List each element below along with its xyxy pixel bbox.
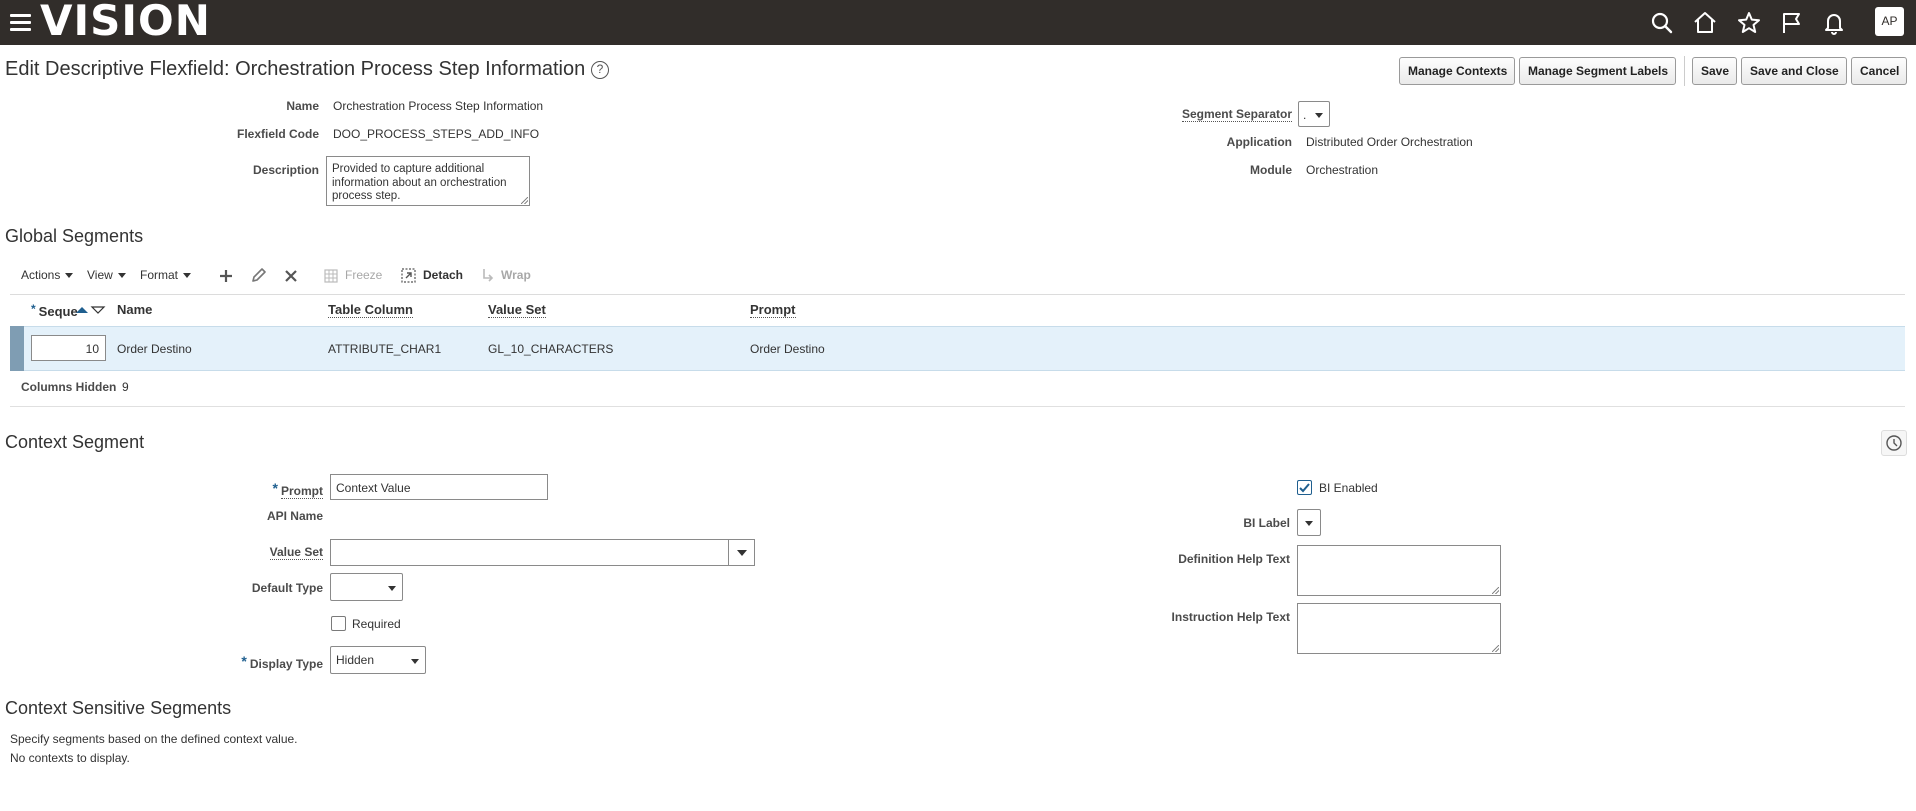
cancel-button[interactable]: Cancel bbox=[1851, 57, 1907, 85]
column-header-value-set[interactable]: Value Set bbox=[488, 302, 546, 318]
manage-segment-labels-button[interactable]: Manage Segment Labels bbox=[1519, 57, 1676, 85]
freeze-button[interactable]: Freeze bbox=[345, 268, 382, 282]
toolbar-divider bbox=[1684, 56, 1685, 86]
segment-separator-label: Segment Separator bbox=[1181, 107, 1292, 122]
chevron-down-icon bbox=[1315, 113, 1323, 118]
search-icon[interactable] bbox=[1649, 10, 1675, 36]
manage-contexts-button[interactable]: Manage Contexts bbox=[1399, 57, 1515, 85]
columns-hidden-label: Columns Hidden bbox=[21, 380, 117, 394]
chevron-down-icon bbox=[411, 659, 419, 664]
resize-grip-icon[interactable] bbox=[521, 197, 528, 204]
row-selector[interactable] bbox=[10, 326, 24, 371]
display-type-label: * Display Type bbox=[241, 653, 323, 671]
instruction-help-text-label: Instruction Help Text bbox=[1171, 610, 1290, 624]
save-and-close-button[interactable]: Save and Close bbox=[1741, 57, 1847, 85]
bi-label-label: BI Label bbox=[1243, 516, 1290, 530]
home-icon[interactable] bbox=[1692, 10, 1718, 36]
application-value: Distributed Order Orchestration bbox=[1306, 135, 1473, 149]
value-set-combobox[interactable] bbox=[330, 539, 755, 566]
column-header-table-column[interactable]: Table Column bbox=[328, 302, 413, 318]
context-sensitive-heading: Context Sensitive Segments bbox=[5, 698, 232, 718]
bi-enabled-checkbox[interactable] bbox=[1297, 480, 1312, 495]
table-header-divider bbox=[10, 294, 1905, 295]
settings-icon bbox=[1886, 435, 1902, 451]
flag-icon[interactable] bbox=[1779, 10, 1805, 36]
value-set-dropdown-button[interactable] bbox=[728, 540, 754, 565]
add-icon[interactable] bbox=[218, 268, 234, 284]
no-contexts-message: No contexts to display. bbox=[10, 751, 130, 765]
resize-grip-icon[interactable] bbox=[1492, 645, 1499, 652]
instruction-help-textarea[interactable] bbox=[1297, 603, 1501, 654]
value-set-label: Value Set bbox=[269, 545, 323, 560]
bell-icon[interactable] bbox=[1821, 10, 1847, 36]
avatar[interactable]: AP bbox=[1875, 7, 1904, 36]
menu-icon[interactable] bbox=[10, 14, 31, 31]
global-segments-heading: Global Segments bbox=[5, 226, 144, 246]
context-sensitive-instructions: Specify segments based on the defined co… bbox=[10, 732, 298, 746]
chevron-down-icon bbox=[737, 550, 747, 556]
edit-icon[interactable] bbox=[250, 267, 267, 284]
name-label: Name bbox=[286, 99, 319, 113]
module-value: Orchestration bbox=[1306, 163, 1379, 177]
column-header-sequence[interactable]: * Seque bbox=[31, 302, 78, 319]
view-menu[interactable]: View bbox=[87, 268, 126, 282]
description-text: Provided to capture additional informati… bbox=[332, 163, 507, 202]
page-title: Edit Descriptive Flexfield: Orchestratio… bbox=[5, 58, 586, 80]
chevron-down-icon bbox=[1305, 521, 1313, 526]
row-name: Order Destino bbox=[117, 342, 192, 356]
star-icon[interactable] bbox=[1736, 10, 1762, 36]
actions-menu[interactable]: Actions bbox=[21, 268, 74, 282]
prompt-label: * Prompt bbox=[272, 480, 323, 499]
default-type-label: Default Type bbox=[251, 581, 323, 595]
flexfield-code-label: Flexfield Code bbox=[236, 127, 319, 141]
name-value: Orchestration Process Step Information bbox=[333, 99, 544, 113]
help-icon[interactable]: ? bbox=[591, 61, 609, 79]
required-label: Required bbox=[352, 617, 401, 631]
column-header-prompt[interactable]: Prompt bbox=[750, 302, 796, 318]
columns-hidden-count: 9 bbox=[122, 380, 129, 394]
context-segment-heading: Context Segment bbox=[5, 432, 145, 452]
save-button[interactable]: Save bbox=[1692, 57, 1737, 85]
required-checkbox[interactable] bbox=[331, 616, 346, 631]
definition-help-textarea[interactable] bbox=[1297, 545, 1501, 596]
top-bar: VISION AP bbox=[0, 0, 1916, 45]
detach-icon bbox=[401, 268, 416, 283]
module-label: Module bbox=[1250, 163, 1292, 177]
resize-grip-icon[interactable] bbox=[1492, 587, 1499, 594]
row-value-set: GL_10_CHARACTERS bbox=[488, 342, 614, 356]
api-name-label: API Name bbox=[266, 509, 323, 523]
row-table-column: ATTRIBUTE_CHAR1 bbox=[328, 342, 442, 356]
bi-label-select[interactable] bbox=[1297, 509, 1321, 536]
chevron-down-icon bbox=[117, 273, 126, 278]
bi-enabled-label: BI Enabled bbox=[1319, 481, 1378, 495]
prompt-input[interactable]: Context Value bbox=[330, 474, 548, 500]
wrap-icon bbox=[483, 269, 494, 282]
row-prompt: Order Destino bbox=[750, 342, 825, 356]
definition-help-text-label: Definition Help Text bbox=[1178, 552, 1290, 566]
freeze-icon bbox=[324, 269, 338, 283]
description-label: Description bbox=[252, 163, 319, 177]
display-type-select[interactable]: Hidden bbox=[330, 646, 426, 674]
format-menu[interactable]: Format bbox=[140, 268, 192, 282]
logo: VISION bbox=[40, 0, 211, 45]
check-icon bbox=[1299, 483, 1310, 493]
description-textarea[interactable]: Provided to capture additional informati… bbox=[326, 156, 530, 206]
info-button[interactable] bbox=[1881, 430, 1907, 456]
default-type-select[interactable] bbox=[330, 573, 403, 601]
sort-icon[interactable] bbox=[74, 304, 106, 316]
delete-icon[interactable] bbox=[283, 268, 299, 284]
application-label: Application bbox=[1226, 135, 1292, 149]
table-row[interactable] bbox=[10, 326, 1905, 371]
flexfield-code-value: DOO_PROCESS_STEPS_ADD_INFO bbox=[333, 127, 540, 141]
column-header-name[interactable]: Name bbox=[117, 302, 152, 317]
segment-separator-select[interactable]: . bbox=[1298, 101, 1330, 127]
chevron-down-icon bbox=[183, 273, 192, 278]
chevron-down-icon bbox=[65, 273, 74, 278]
wrap-button[interactable]: Wrap bbox=[501, 268, 531, 282]
sequence-input[interactable]: 10 bbox=[31, 335, 106, 361]
detach-button[interactable]: Detach bbox=[423, 268, 463, 282]
chevron-down-icon bbox=[388, 586, 396, 591]
section-divider bbox=[10, 406, 1905, 407]
